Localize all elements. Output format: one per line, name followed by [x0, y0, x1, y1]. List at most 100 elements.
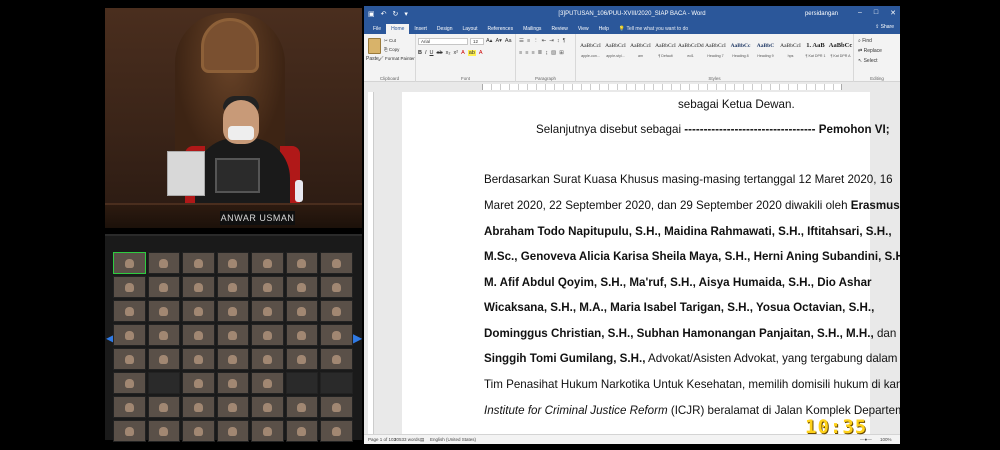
maximize-icon[interactable]: □ [874, 9, 878, 17]
tab-review[interactable]: Review [546, 24, 572, 34]
strikethrough-icon[interactable]: ab [437, 50, 443, 56]
participant-tile[interactable] [285, 252, 318, 274]
participant-tile[interactable] [320, 372, 353, 394]
tab-layout[interactable]: Layout [458, 24, 483, 34]
style-card[interactable]: AaBbCcI ¶ Default [653, 38, 678, 68]
participant-tile[interactable] [113, 324, 146, 346]
multilevel-icon[interactable]: ⋮ [533, 38, 539, 44]
format-painter-button[interactable]: 🖌 Format Painter [378, 56, 415, 62]
participant-tile[interactable] [182, 396, 215, 418]
participant-tile[interactable] [147, 252, 180, 274]
shrink-font-icon[interactable]: A▾ [495, 38, 501, 44]
font-color-icon[interactable]: A [479, 50, 483, 56]
tab-view[interactable]: View [573, 24, 594, 34]
participant-tile[interactable] [216, 420, 249, 442]
shading-icon[interactable]: ▨ [551, 50, 556, 56]
participant-tile[interactable] [320, 276, 353, 298]
participant-tile[interactable] [251, 276, 284, 298]
participant-tile[interactable] [251, 252, 284, 274]
participant-tile[interactable] [285, 396, 318, 418]
grow-font-icon[interactable]: A▴ [486, 38, 492, 44]
participant-tile[interactable] [285, 348, 318, 370]
subscript-icon[interactable]: x₂ [446, 50, 451, 56]
change-case-icon[interactable]: Aa [505, 38, 512, 44]
word-count[interactable]: 30533 words [394, 437, 420, 442]
participant-tile[interactable] [320, 420, 353, 442]
participant-tile[interactable] [182, 420, 215, 442]
pilcrow-icon[interactable]: ¶ [563, 38, 566, 44]
participant-tile[interactable] [182, 300, 215, 322]
numbering-icon[interactable]: ≡ [527, 38, 530, 44]
participant-tile[interactable] [182, 276, 215, 298]
style-card[interactable]: AaBbCcI Heading 7 [703, 38, 728, 68]
participant-tile[interactable] [147, 396, 180, 418]
tab-home[interactable]: Home [386, 24, 410, 34]
tab-mailings[interactable]: Mailings [518, 24, 546, 34]
borders-icon[interactable]: ⊞ [559, 50, 564, 56]
select-button[interactable]: ↖ Select [858, 58, 878, 64]
user-name[interactable]: persidangan [805, 11, 838, 17]
participant-tile[interactable] [285, 420, 318, 442]
participant-tile[interactable] [147, 300, 180, 322]
close-icon[interactable]: ✕ [890, 9, 896, 17]
find-button[interactable]: ⌕ Find [858, 38, 872, 44]
tab-design[interactable]: Design [432, 24, 458, 34]
paste-button[interactable]: Paste [366, 56, 379, 62]
style-card[interactable]: 1. AaB ¶ Kat DPR 1 [803, 38, 828, 68]
cut-button[interactable]: ✂ Cut [384, 38, 396, 44]
tab-help[interactable]: Help [594, 24, 614, 34]
font-size-select[interactable]: 12 [470, 38, 484, 45]
participant-tile[interactable] [320, 396, 353, 418]
justify-icon[interactable]: ≣ [538, 50, 543, 56]
proofing-icon[interactable]: ▤ [420, 437, 424, 443]
participant-tile[interactable] [285, 372, 318, 394]
participant-tile[interactable] [182, 324, 215, 346]
participant-tile[interactable] [251, 372, 284, 394]
participant-tile[interactable] [251, 396, 284, 418]
tell-me-search[interactable]: 💡 Tell me what you want to do [614, 24, 693, 34]
style-card[interactable]: AaBbC Heading 9 [753, 38, 778, 68]
bold-icon[interactable]: B [418, 50, 422, 56]
participant-tile[interactable] [251, 300, 284, 322]
participant-tile[interactable] [113, 348, 146, 370]
participant-tile[interactable] [113, 276, 146, 298]
participant-tile[interactable] [216, 324, 249, 346]
increase-indent-icon[interactable]: ⇥ [549, 38, 554, 44]
participant-tile[interactable] [251, 324, 284, 346]
bullets-icon[interactable]: ☰ [519, 38, 524, 44]
participant-tile[interactable] [216, 372, 249, 394]
decrease-indent-icon[interactable]: ⇤ [542, 38, 547, 44]
participant-tile[interactable] [113, 372, 146, 394]
participant-tile[interactable] [216, 252, 249, 274]
page-count[interactable]: Page 1 of 103 [368, 437, 396, 442]
font-name-select[interactable]: Arial [418, 38, 468, 45]
italic-icon[interactable]: I [425, 50, 427, 56]
style-card[interactable]: AaBbCc ¶ Kat DPR A [828, 38, 853, 68]
participant-tile[interactable] [182, 348, 215, 370]
participant-tile[interactable] [251, 420, 284, 442]
tab-file[interactable]: File [368, 24, 386, 34]
participant-tile[interactable] [285, 276, 318, 298]
align-right-icon[interactable]: ≡ [531, 50, 534, 56]
participant-tile[interactable] [147, 348, 180, 370]
style-card[interactable]: AaBbCcI apple-con... [578, 38, 603, 68]
language[interactable]: English (United States) [430, 437, 476, 442]
participant-tile[interactable] [216, 396, 249, 418]
style-card[interactable]: AaBbCcDd ecl1 [678, 38, 704, 68]
participant-tile[interactable] [285, 324, 318, 346]
participant-tile[interactable] [320, 324, 353, 346]
style-card[interactable]: AaBbCcI am [628, 38, 653, 68]
style-card[interactable]: AaBbCc Heading 8 [728, 38, 753, 68]
paste-icon[interactable] [368, 38, 381, 54]
minimize-icon[interactable]: – [858, 9, 862, 17]
text-effects-icon[interactable]: A [461, 50, 465, 56]
copy-button[interactable]: ⎘ Copy [384, 47, 399, 52]
participant-tile[interactable] [182, 372, 215, 394]
style-card[interactable]: AaBbCcI hps [778, 38, 803, 68]
style-card[interactable]: AaBbCcI apple-styl... [603, 38, 628, 68]
align-center-icon[interactable]: ≡ [525, 50, 528, 56]
participant-tile[interactable] [113, 396, 146, 418]
participant-tile[interactable] [113, 420, 146, 442]
participant-tile[interactable] [182, 252, 215, 274]
participant-tile[interactable] [147, 276, 180, 298]
